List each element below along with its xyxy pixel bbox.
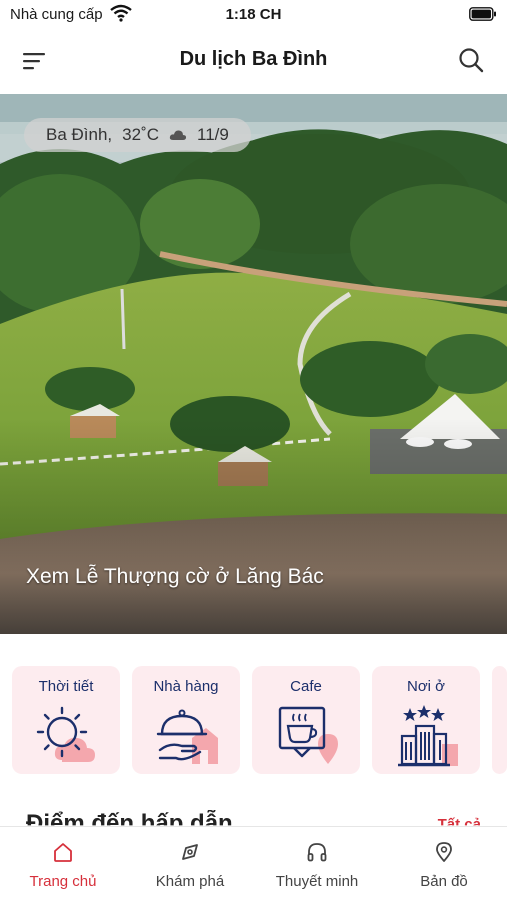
- page-title: Du lịch Ba Đình: [179, 48, 328, 70]
- category-row: Thời tiết Nhà hàng Cafe Nơi ở: [0, 666, 507, 778]
- status-bar: Nhà cung cấp 1:18 CH: [0, 0, 507, 30]
- category-cafe[interactable]: Cafe: [252, 666, 360, 774]
- category-label: Cafe: [290, 678, 322, 695]
- tab-label: Thuyết minh: [275, 873, 359, 890]
- app-header: Du lịch Ba Đình: [0, 30, 507, 92]
- explore-icon: [182, 844, 198, 860]
- battery-icon: [469, 7, 496, 21]
- category-label: Nơi ở: [406, 678, 445, 695]
- clock: 1:18 CH: [225, 6, 282, 23]
- hero-banner[interactable]: Ba Đình, 32˚C 11/9: [0, 94, 507, 634]
- headphones-icon: [307, 843, 327, 862]
- map-pin-icon: [436, 842, 452, 862]
- bottom-tab-bar: Trang chủ Khám phá Thuyết minh Bản đồ: [0, 826, 507, 901]
- hotel-icon: [398, 705, 458, 767]
- hero-photo: [0, 94, 507, 634]
- restaurant-icon: [156, 709, 218, 764]
- category-weather[interactable]: Thời tiết: [12, 666, 120, 774]
- category-label: Thời tiết: [38, 678, 94, 695]
- cafe-icon: [278, 706, 338, 764]
- category-label: Nhà hàng: [153, 678, 219, 695]
- tab-explore[interactable]: Khám phá: [127, 827, 253, 901]
- weather-date: 11/9: [197, 125, 229, 144]
- tab-audio-guide[interactable]: Thuyết minh: [254, 827, 380, 901]
- tab-label: Bản đồ: [420, 873, 468, 890]
- tab-label: Khám phá: [155, 873, 225, 890]
- search-icon[interactable]: [457, 46, 485, 74]
- tab-label: Trang chủ: [29, 873, 97, 890]
- weather-temperature: 32˚C: [122, 125, 160, 144]
- hero-caption[interactable]: Xem Lễ Thượng cờ ở Lăng Bác: [26, 565, 324, 589]
- tab-home[interactable]: Trang chủ: [0, 827, 126, 901]
- category-hotel[interactable]: Nơi ở: [372, 666, 480, 774]
- tab-map[interactable]: Bản đồ: [381, 827, 507, 901]
- category-restaurant[interactable]: Nhà hàng: [132, 666, 240, 774]
- home-icon: [54, 843, 72, 862]
- weather-icon: [36, 706, 95, 762]
- category-more-peek[interactable]: [492, 666, 507, 774]
- cloud-icon: [169, 130, 187, 140]
- weather-location: Ba Đình,: [46, 125, 113, 144]
- weather-pill[interactable]: Ba Đình, 32˚C 11/9: [24, 118, 251, 152]
